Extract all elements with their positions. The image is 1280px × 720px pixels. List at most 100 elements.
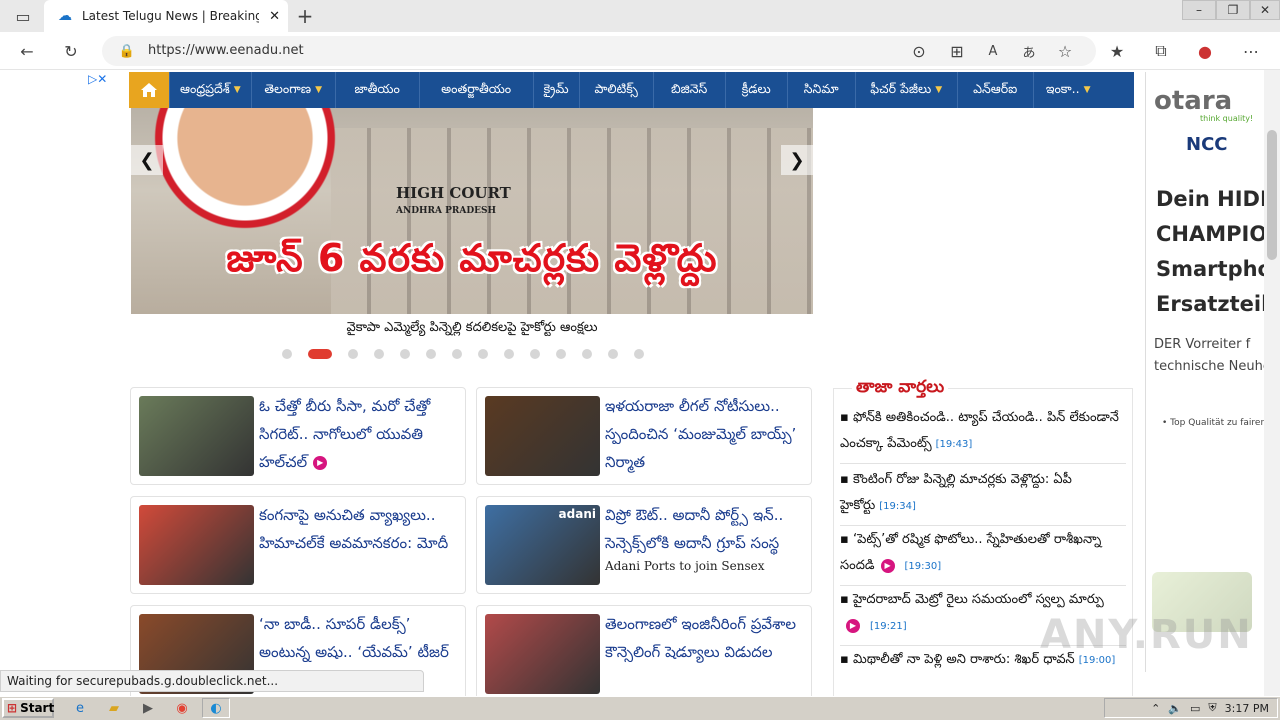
translate-icon[interactable]: あ [1016,38,1042,64]
close-tab-icon[interactable]: ✕ [269,9,280,24]
news-thumbnail[interactable] [139,505,254,585]
news-card[interactable]: ఓ చేత్తో బీరు సీసా, మరో చేత్తో సిగరెట్‌.… [130,387,466,485]
latest-news-text[interactable]: ‘పెట్స్‌’తో రష్మిక ఫొటోలు.. స్నేహితులతో … [840,532,1101,573]
latest-news-text[interactable]: హైదరాబాద్‌ మెట్రో రైలు సమయంలో స్వల్ప మార… [853,592,1104,607]
chrome-icon[interactable]: ◉ [170,698,194,718]
nav-item[interactable]: ఎన్‌ఆర్‌ఐ [956,72,1033,108]
ad-headline-line: Smartphor [1156,257,1264,281]
nav-item[interactable]: సినిమా [786,72,855,108]
news-thumbnail[interactable] [485,614,600,694]
hero-caption[interactable]: వైకాపా ఎమ్మెల్యే పిన్నెల్లి కదలికలపై హైక… [131,320,813,338]
tab-actions-icon[interactable]: ▭ [10,3,36,29]
news-headline-link[interactable]: ఇళయరాజా లీగల్‌ నోటీసులు.. స్పందించిన ‘మం… [605,392,809,476]
slider-next-button[interactable]: ❯ [781,145,813,175]
security-icon[interactable]: ⛨ [1208,701,1216,715]
url-text[interactable]: https://www.eenadu.net [148,43,304,58]
bullet-icon: ▪ [840,652,853,667]
media-player-icon[interactable]: ▶ [136,698,160,718]
collections-icon[interactable]: ⧉ [1148,38,1174,64]
slider-dot[interactable] [608,349,618,359]
favorites-icon[interactable]: ★ [1104,38,1130,64]
slider-dot[interactable] [348,349,358,359]
advertisement[interactable]: otara think quality! NCC Dein HIDDE CHAM… [1145,72,1264,672]
volume-icon[interactable]: 🔈 [1168,702,1182,715]
adchoices-icon[interactable]: ▷✕ [88,72,107,86]
slider-dot[interactable] [426,349,436,359]
nav-item[interactable]: బిజినెస్ [652,72,725,108]
close-window-button[interactable]: ✕ [1250,0,1280,20]
slider-dot[interactable] [308,349,332,359]
page-scrollbar[interactable] [1264,70,1280,700]
restore-button[interactable]: ❐ [1216,0,1250,20]
profile-avatar-icon[interactable]: ● [1192,38,1218,64]
slider-dot[interactable] [452,349,462,359]
nav-item[interactable]: తెలంగాణ ▼ [250,72,335,108]
new-tab-button[interactable]: + [292,3,318,29]
add-favorite-icon[interactable]: ☆ [1052,38,1078,64]
video-play-icon[interactable]: ▶ [880,558,895,573]
refresh-icon[interactable]: ↻ [58,38,84,64]
home-icon[interactable] [129,72,169,108]
slider-dot[interactable] [282,349,292,359]
news-card[interactable]: adani విప్రో ఔట్‌.. అదానీ పోర్ట్స్‌ ఇన్‌.… [476,496,812,594]
start-button[interactable]: ⊞ Start [2,698,54,718]
hero-slide-image[interactable]: HIGH COURT ANDHRA PRADESH జూన్ 6 వరకు మాచ… [131,108,813,314]
slider-dot[interactable] [582,349,592,359]
news-thumbnail[interactable]: adani [485,505,600,585]
network-icon[interactable]: ▭ [1190,702,1200,715]
nav-item[interactable]: క్రీడలు [724,72,787,108]
latest-news-time: [19:30] [904,561,942,572]
news-headline-text: ‘నా బాడీ.. సూపర్‌ డీలక్స్‌’ అంటున్న అషు.… [259,615,449,661]
slider-dot[interactable] [400,349,410,359]
slider-dot[interactable] [478,349,488,359]
news-thumbnail[interactable] [139,396,254,476]
ad-headline-line: Dein HIDDE [1156,187,1264,211]
eenadu-favicon-icon: ☁ [58,8,72,24]
edge-icon[interactable]: ◐ [202,698,230,718]
news-card[interactable]: ఇళయరాజా లీగల్‌ నోటీసులు.. స్పందించిన ‘మం… [476,387,812,485]
slider-prev-button[interactable]: ❮ [131,145,163,175]
lock-icon[interactable]: 🔒 [114,38,140,64]
browser-tab[interactable]: ☁ Latest Telugu News | Breaking Ne ✕ [44,0,288,32]
more-menu-icon[interactable]: ⋯ [1238,38,1264,64]
news-card[interactable]: తెలంగాణలో ఇంజినీరింగ్‌ ప్రవేశాల కౌన్సెలి… [476,605,812,703]
apps-icon[interactable]: ⊞ [944,38,970,64]
slider-dot[interactable] [504,349,514,359]
dropdown-caret-icon: ▼ [315,85,322,95]
news-headline-link[interactable]: కంగనాపై అనుచిత వ్యాఖ్యలు.. హిమాచల్‌కే అవ… [259,501,463,557]
latest-news-text[interactable]: ఫోన్‌కి అతికించండి.. ట్యాప్‌ చేయండి.. పి… [840,410,1119,451]
nav-item[interactable]: క్రైమ్ [532,72,579,108]
minimize-button[interactable]: – [1182,0,1216,20]
slider-dot[interactable] [530,349,540,359]
slider-dot[interactable] [374,349,384,359]
video-play-icon[interactable]: ▶ [313,455,328,470]
nav-item[interactable]: ఆంధ్రప్రదేశ్ ▼ [169,72,251,108]
folder-icon[interactable]: ▰ [102,698,126,718]
nav-item[interactable]: ఇంకా.. ▼ [1032,72,1103,108]
scrollbar-thumb[interactable] [1267,130,1277,260]
news-thumbnail[interactable] [485,396,600,476]
news-headline-link[interactable]: విప్రో ఔట్‌.. అదానీ పోర్ట్స్‌ ఇన్‌.. సెన… [605,501,809,575]
nav-item[interactable]: పాలిటిక్స్ [578,72,653,108]
news-headline-link[interactable]: ఓ చేత్తో బీరు సీసా, మరో చేత్తో సిగరెట్‌.… [259,392,463,476]
slider-dot[interactable] [634,349,644,359]
nav-item[interactable]: జాతీయం [334,72,419,108]
latest-news-item[interactable]: ▪ కౌంటింగ్‌ రోజు పిన్నెల్లి మాచర్లకు వెళ… [840,467,1126,520]
tray-arrow-icon[interactable]: ⌃ [1151,702,1160,715]
slider-dot[interactable] [556,349,566,359]
latest-news-text[interactable]: కౌంటింగ్‌ రోజు పిన్నెల్లి మాచర్లకు వెళ్ల… [840,472,1072,513]
back-arrow-icon[interactable]: ← [14,38,40,64]
news-headline-link[interactable]: ‘నా బాడీ.. సూపర్‌ డీలక్స్‌’ అంటున్న అషు.… [259,610,463,666]
latest-news-item[interactable]: ▪ ‘పెట్స్‌’తో రష్మిక ఫొటోలు.. స్నేహితులత… [840,527,1126,580]
location-icon[interactable]: ⊙ [906,38,932,64]
video-play-icon[interactable]: ▶ [846,618,860,633]
read-aloud-icon[interactable]: A [980,38,1006,64]
ie-icon[interactable]: e [68,698,92,718]
nav-item[interactable]: అంతర్జాతీయం [418,72,533,108]
ad-headline-line: Ersatzteil [1156,292,1264,316]
latest-news-item[interactable]: ▪ ఫోన్‌కి అతికించండి.. ట్యాప్‌ చేయండి.. … [840,405,1126,458]
nav-item-label: ఇంకా.. [1045,80,1080,96]
news-card[interactable]: కంగనాపై అనుచిత వ్యాఖ్యలు.. హిమాచల్‌కే అవ… [130,496,466,594]
news-headline-link[interactable]: తెలంగాణలో ఇంజినీరింగ్‌ ప్రవేశాల కౌన్సెలి… [605,610,809,666]
nav-item[interactable]: ఫీచర్ పేజీలు ▼ [854,72,957,108]
